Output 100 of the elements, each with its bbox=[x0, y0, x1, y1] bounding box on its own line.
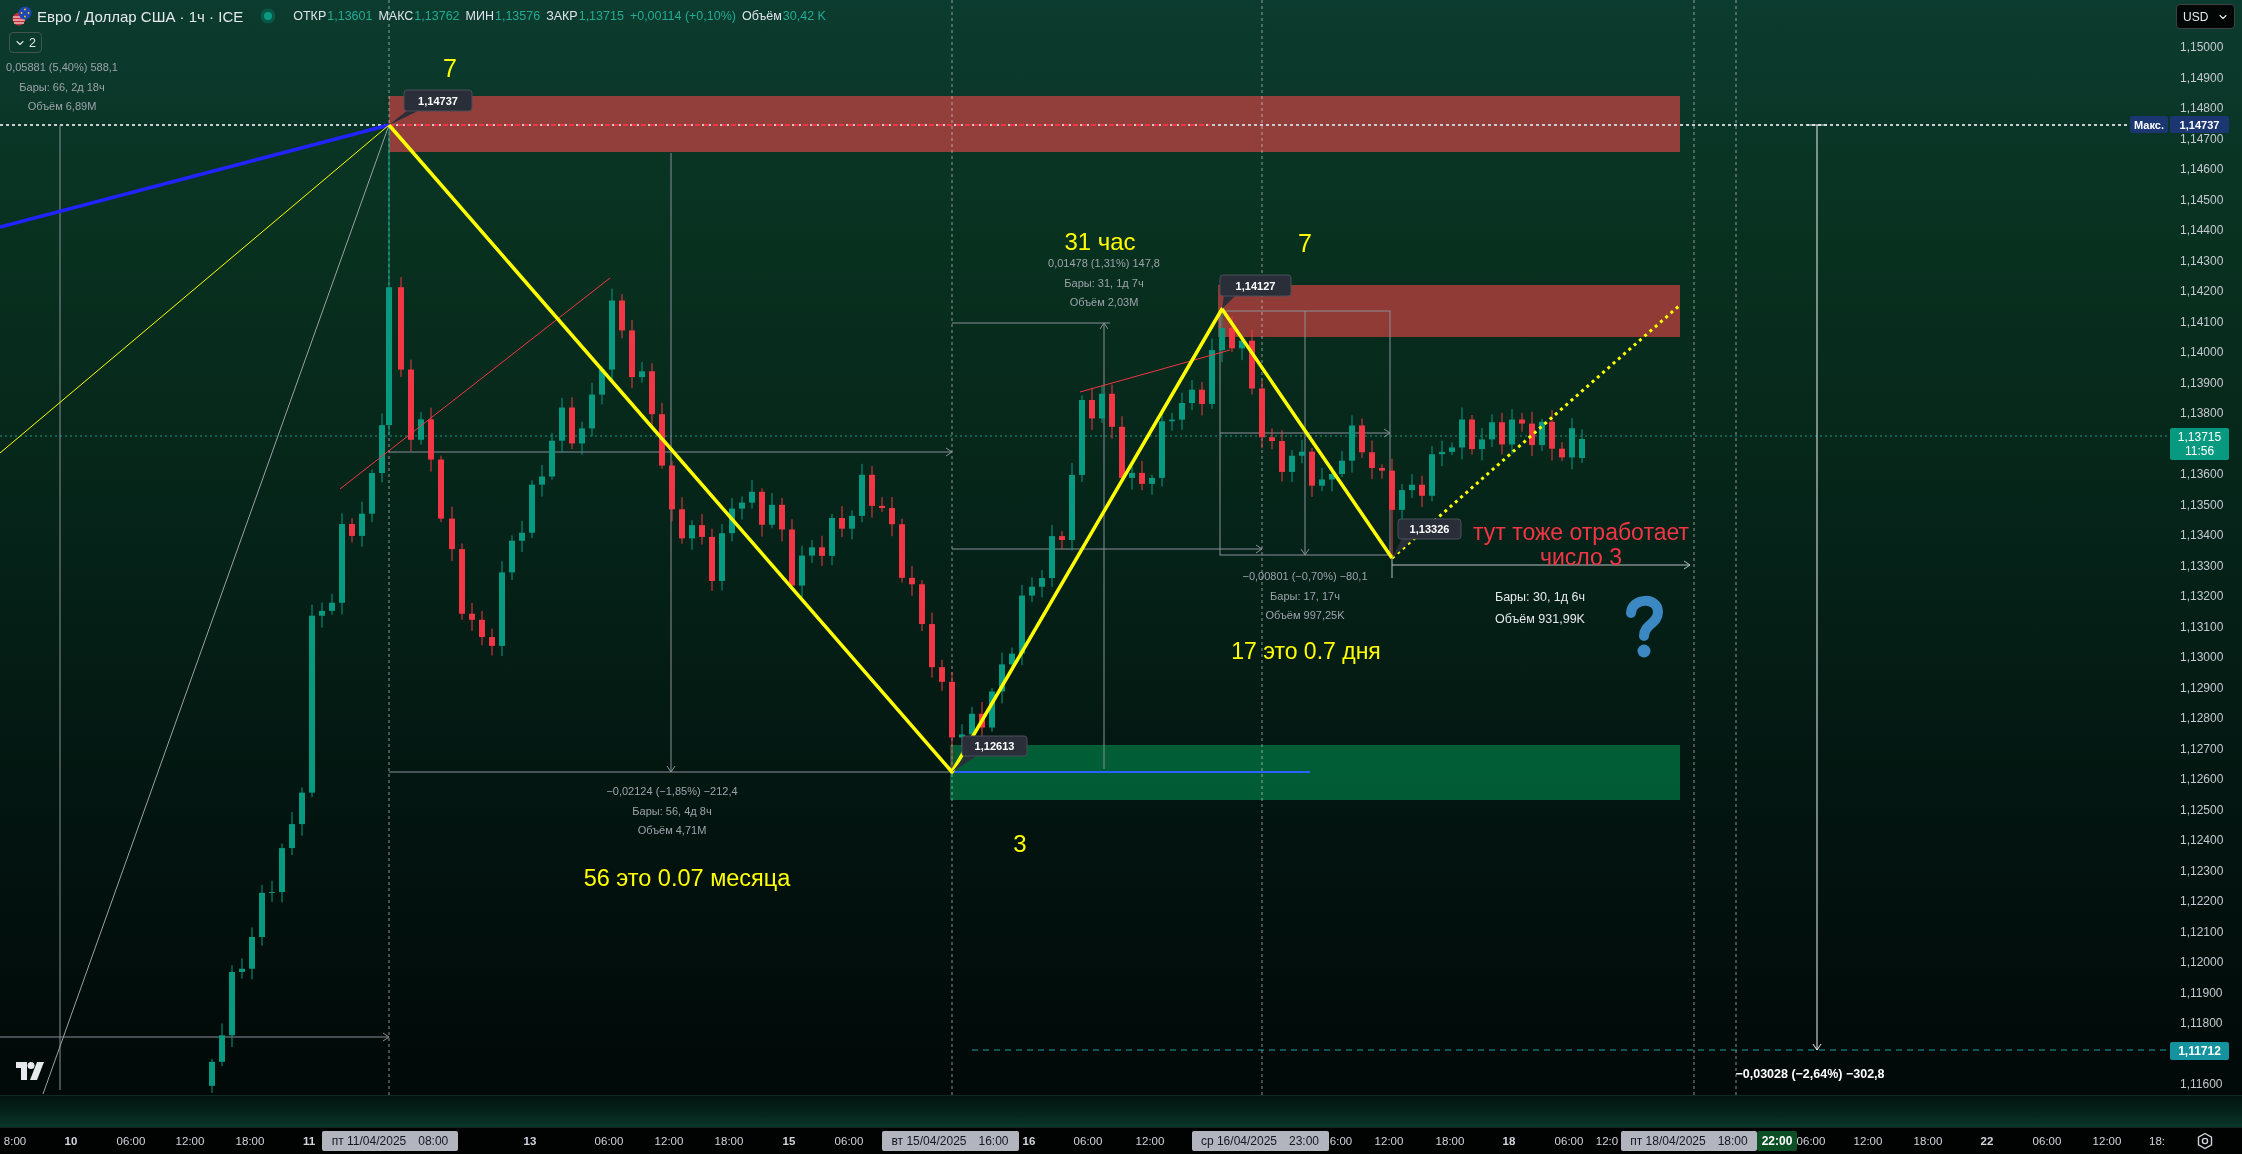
time-label: 12:00 bbox=[1374, 1134, 1404, 1149]
rising-candle bbox=[849, 509, 855, 540]
price-callout: 1,12613 bbox=[952, 735, 1028, 772]
time-label: 11 bbox=[302, 1134, 316, 1149]
falling-candle bbox=[449, 506, 455, 562]
falling-candle bbox=[699, 513, 705, 545]
falling-candle bbox=[909, 565, 915, 597]
falling-candle bbox=[1369, 440, 1375, 480]
rising-candle bbox=[639, 361, 645, 384]
symbol-title: Евро / Доллар США · 1ч · ICE bbox=[37, 7, 244, 25]
rising-candle bbox=[239, 957, 245, 980]
time-label: 12:00 bbox=[1853, 1134, 1883, 1149]
price-change: +0,00114 (+0,10%) bbox=[629, 9, 736, 23]
rising-candle bbox=[279, 843, 285, 903]
falling-candle bbox=[779, 497, 785, 542]
rising-candle bbox=[359, 501, 365, 548]
time-label: 06:00 bbox=[834, 1134, 864, 1149]
measure-text: Объём 997,25K bbox=[1265, 608, 1345, 623]
falling-candle bbox=[1249, 329, 1255, 395]
price-tag: 1,11712 bbox=[2170, 1042, 2229, 1060]
chart-note: 7 bbox=[1298, 229, 1312, 257]
rising-candle bbox=[299, 787, 305, 837]
rising-candle bbox=[1429, 445, 1435, 502]
ohlc-label: МИН bbox=[465, 9, 494, 23]
time-label: 06:00 bbox=[1073, 1134, 1103, 1149]
price-label: 1,12300 bbox=[2180, 863, 2224, 878]
falling-candle bbox=[879, 496, 885, 513]
indicators-toggle-button[interactable]: 2 bbox=[9, 32, 42, 53]
measure-text: Бары: 31, 1д 7ч bbox=[1064, 275, 1144, 291]
ohlc-value: 1,13576 bbox=[495, 9, 541, 23]
rising-candle bbox=[1169, 412, 1175, 432]
last-price: 1,13715 bbox=[2177, 430, 2222, 444]
price-label: 1,14900 bbox=[2180, 70, 2224, 85]
price-label: 1,11900 bbox=[2180, 985, 2223, 1000]
rising-candle bbox=[1539, 418, 1545, 452]
price-label: 1,13000 bbox=[2180, 650, 2224, 664]
chart-note: 3 bbox=[1013, 831, 1027, 857]
rising-candle bbox=[1339, 450, 1345, 478]
currency-button[interactable]: USD bbox=[2176, 4, 2235, 29]
marker-date: ср 16/04/2025 bbox=[1200, 1134, 1277, 1148]
measure-text: 0,01478 (1,31%) 147,8 bbox=[1048, 256, 1160, 271]
time-label: 18:00 bbox=[1435, 1134, 1465, 1149]
rising-candle bbox=[1319, 467, 1325, 492]
rising-candle bbox=[739, 496, 745, 521]
falling-candle bbox=[1419, 475, 1425, 508]
time-label: 12:00 bbox=[2092, 1134, 2122, 1149]
falling-candle bbox=[1469, 414, 1475, 455]
price-label: 1,14700 bbox=[2180, 131, 2224, 146]
rising-candle bbox=[269, 880, 275, 903]
price-label: 1,13100 bbox=[2180, 619, 2224, 634]
rising-candle bbox=[559, 397, 565, 454]
rising-candle bbox=[1299, 439, 1305, 464]
marker-time: 16:00 bbox=[978, 1134, 1009, 1148]
falling-candle bbox=[569, 396, 575, 450]
time-label: 06:00 bbox=[1796, 1134, 1826, 1149]
rising-candle bbox=[539, 464, 545, 498]
falling-candle bbox=[759, 487, 765, 538]
price-label: 1,14000 bbox=[2180, 345, 2224, 359]
rising-candle bbox=[1239, 334, 1245, 361]
measure-text: Объём 4,71M bbox=[637, 823, 707, 838]
time-label: 12:00 bbox=[654, 1134, 684, 1149]
falling-candle bbox=[629, 319, 635, 389]
time-label: 22 bbox=[1980, 1134, 1994, 1149]
falling-candle bbox=[659, 402, 665, 470]
falling-candle bbox=[1529, 411, 1535, 457]
rising-candle bbox=[1409, 473, 1415, 499]
time-label: 8:00 bbox=[3, 1134, 27, 1149]
rising-candle bbox=[799, 545, 805, 598]
rising-candle bbox=[809, 539, 815, 564]
rising-candle bbox=[589, 382, 595, 437]
time-label: 18:00 bbox=[1913, 1134, 1943, 1149]
volume-value: 30,42 K bbox=[782, 9, 826, 23]
rising-candle bbox=[509, 534, 515, 581]
ohlc-label: МАКС bbox=[378, 9, 414, 23]
settings-icon[interactable] bbox=[2196, 1132, 2214, 1150]
logo-icon bbox=[16, 1062, 44, 1080]
rising-candle bbox=[1129, 466, 1135, 491]
falling-candle bbox=[839, 505, 845, 538]
chart-note: 17 это 0.7 дня bbox=[1231, 638, 1381, 664]
measure-text: Объём 931,99K bbox=[1495, 611, 1585, 628]
time-label: 12:0 bbox=[1595, 1134, 1619, 1149]
price-label: 1,14100 bbox=[2180, 314, 2224, 329]
falling-candle bbox=[1309, 447, 1315, 498]
price-label: 1,11600 bbox=[2180, 1077, 2223, 1091]
falling-candle bbox=[1229, 315, 1235, 353]
price-label: 1,13600 bbox=[2180, 467, 2224, 481]
rising-candle bbox=[209, 1058, 215, 1094]
price-callout: 1,13326 bbox=[1392, 518, 1462, 558]
rising-candle bbox=[1189, 379, 1195, 411]
rising-candle bbox=[1349, 414, 1355, 474]
falling-candle bbox=[1379, 463, 1385, 480]
falling-candle bbox=[438, 455, 444, 523]
falling-candle bbox=[489, 628, 495, 656]
rising-candle bbox=[1399, 483, 1405, 521]
time-label: 16 bbox=[1022, 1134, 1036, 1149]
currency-flags-icon bbox=[12, 6, 32, 26]
price-label: 1,13900 bbox=[2180, 375, 2224, 390]
rising-candle bbox=[769, 492, 775, 529]
ohlc-label: ОТКР bbox=[293, 9, 327, 23]
rising-candle bbox=[1489, 413, 1495, 448]
